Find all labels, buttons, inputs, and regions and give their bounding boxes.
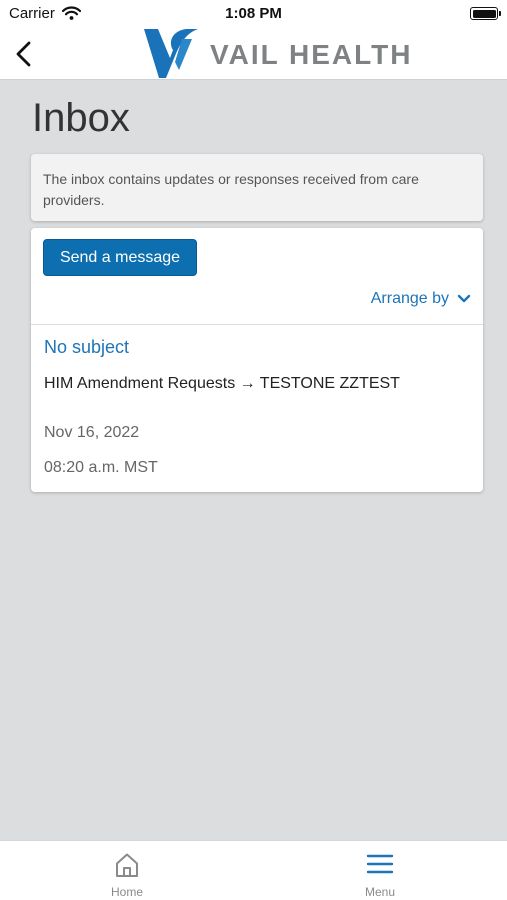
logo-text: VAIL HEALTH — [210, 39, 413, 70]
chevron-left-icon — [16, 41, 31, 67]
tab-home-label: Home — [110, 885, 143, 899]
battery-tip — [499, 11, 501, 16]
vail-health-logo: VAIL HEALTH — [142, 28, 422, 80]
arrange-by-label: Arrange by — [370, 290, 449, 307]
tab-home[interactable]: Home — [67, 841, 187, 900]
tab-bar: Home Menu — [0, 840, 507, 900]
message-date: Nov 16, 2022 — [44, 424, 140, 441]
message-subject[interactable]: No subject — [44, 337, 129, 358]
message-route: HIM Amendment Requests → TESTONE ZZTEST — [44, 375, 400, 392]
main-content: Inbox The inbox contains updates or resp… — [0, 80, 507, 840]
tab-menu[interactable]: Menu — [320, 841, 440, 900]
page-title: Inbox — [32, 96, 130, 140]
clock: 1:08 PM — [225, 5, 282, 22]
battery-icon — [470, 7, 498, 20]
inbox-card: Send a message Arrange by No subject HIM… — [31, 228, 483, 492]
chevron-down-icon — [457, 294, 471, 303]
back-button[interactable] — [12, 39, 38, 69]
send-message-button[interactable]: Send a message — [43, 239, 197, 276]
menu-icon — [366, 854, 394, 874]
status-bar: Carrier 1:08 PM — [0, 0, 507, 28]
info-banner: The inbox contains updates or responses … — [31, 154, 483, 221]
tab-menu-label: Menu — [364, 885, 396, 899]
home-icon — [116, 853, 138, 877]
message-item[interactable]: No subject HIM Amendment Requests → TEST… — [31, 325, 483, 492]
nav-bar: VAIL HEALTH — [0, 28, 507, 80]
arrange-by-dropdown[interactable]: Arrange by — [371, 290, 471, 308]
logo-mark-icon — [144, 29, 198, 78]
message-time: 08:20 a.m. MST — [44, 459, 158, 476]
